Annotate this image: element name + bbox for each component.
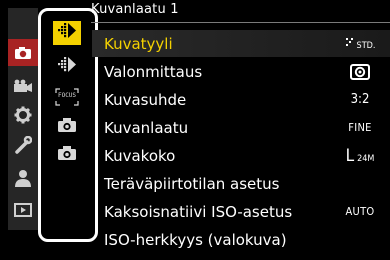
metering-icon xyxy=(330,63,390,80)
quality-value: FINE xyxy=(348,121,372,134)
menu-item-label: Kuvakoko xyxy=(104,146,176,165)
menu-item-kuvakoko[interactable]: Kuvakoko L 24M xyxy=(92,142,390,169)
menu-item-kuvanlaatu[interactable]: Kuvanlaatu FINE xyxy=(92,114,390,141)
menu-item-kuvatyyli[interactable]: Kuvatyyli STD. xyxy=(92,30,390,57)
image-quality-icon xyxy=(56,22,78,44)
picture-size-letter: L xyxy=(345,145,355,166)
menu-item-label: Kuvasuhde xyxy=(104,90,187,109)
menu-item-dual-native-iso[interactable]: Kaksoisnatiivi ISO-asetus AUTO xyxy=(92,198,390,225)
play-icon xyxy=(14,202,32,217)
video-camera-icon xyxy=(13,79,33,93)
video-tab[interactable] xyxy=(8,72,38,99)
camera-tab[interactable] xyxy=(8,39,38,66)
dual-native-iso-value: AUTO xyxy=(345,205,375,218)
subtab-panel: FOCUS xyxy=(38,8,98,242)
focus-icon: FOCUS xyxy=(55,88,79,106)
shooting-2-tab[interactable] xyxy=(53,143,81,167)
custom-tab[interactable] xyxy=(8,131,38,158)
image-quality-2-tab[interactable] xyxy=(53,55,81,79)
focus-label: FOCUS xyxy=(57,92,77,99)
main-tab-strip xyxy=(8,8,38,230)
image-quality-icon xyxy=(56,56,78,78)
settings-tab[interactable] xyxy=(8,101,38,128)
menu-item-teravapiirtotila[interactable]: Teräväpiirtotilan asetus xyxy=(92,170,390,197)
playback-tab[interactable] xyxy=(8,196,38,223)
menu-item-label: Teräväpiirtotilan asetus xyxy=(104,174,280,193)
menu-item-valonmittaus[interactable]: Valonmittaus xyxy=(92,58,390,85)
camera-icon xyxy=(57,145,77,165)
menu-item-label: Kuvanlaatu xyxy=(104,118,189,137)
menu-item-iso-herkkyys[interactable]: ISO-herkkyys (valokuva) xyxy=(92,226,390,253)
menu-item-kuvasuhde[interactable]: Kuvasuhde 3:2 xyxy=(92,86,390,113)
camera-icon xyxy=(57,117,77,137)
camera-icon xyxy=(14,46,32,60)
wrench-icon xyxy=(14,135,32,154)
gear-icon xyxy=(14,106,32,124)
menu-item-label: Kaksoisnatiivi ISO-asetus xyxy=(104,202,293,221)
header-divider xyxy=(91,22,390,23)
shooting-1-tab[interactable] xyxy=(53,115,81,139)
aspect-ratio-value: 3:2 xyxy=(350,92,370,107)
menu-item-label: ISO-herkkyys (valokuva) xyxy=(104,230,287,249)
photo-style-value: STD. xyxy=(356,41,376,51)
person-icon xyxy=(14,169,32,187)
image-quality-1-tab[interactable] xyxy=(53,21,81,45)
page-title: Kuvanlaatu 1 xyxy=(91,2,179,17)
menu-item-label: Valonmittaus xyxy=(104,62,203,81)
user-tab[interactable] xyxy=(8,164,38,191)
photo-style-icon: STD. xyxy=(330,36,390,52)
picture-size-megapixels: 24M xyxy=(357,153,375,164)
picture-size-value: L 24M xyxy=(330,146,390,166)
focus-tab[interactable]: FOCUS xyxy=(53,85,81,109)
menu-item-label: Kuvatyyli xyxy=(104,34,173,53)
